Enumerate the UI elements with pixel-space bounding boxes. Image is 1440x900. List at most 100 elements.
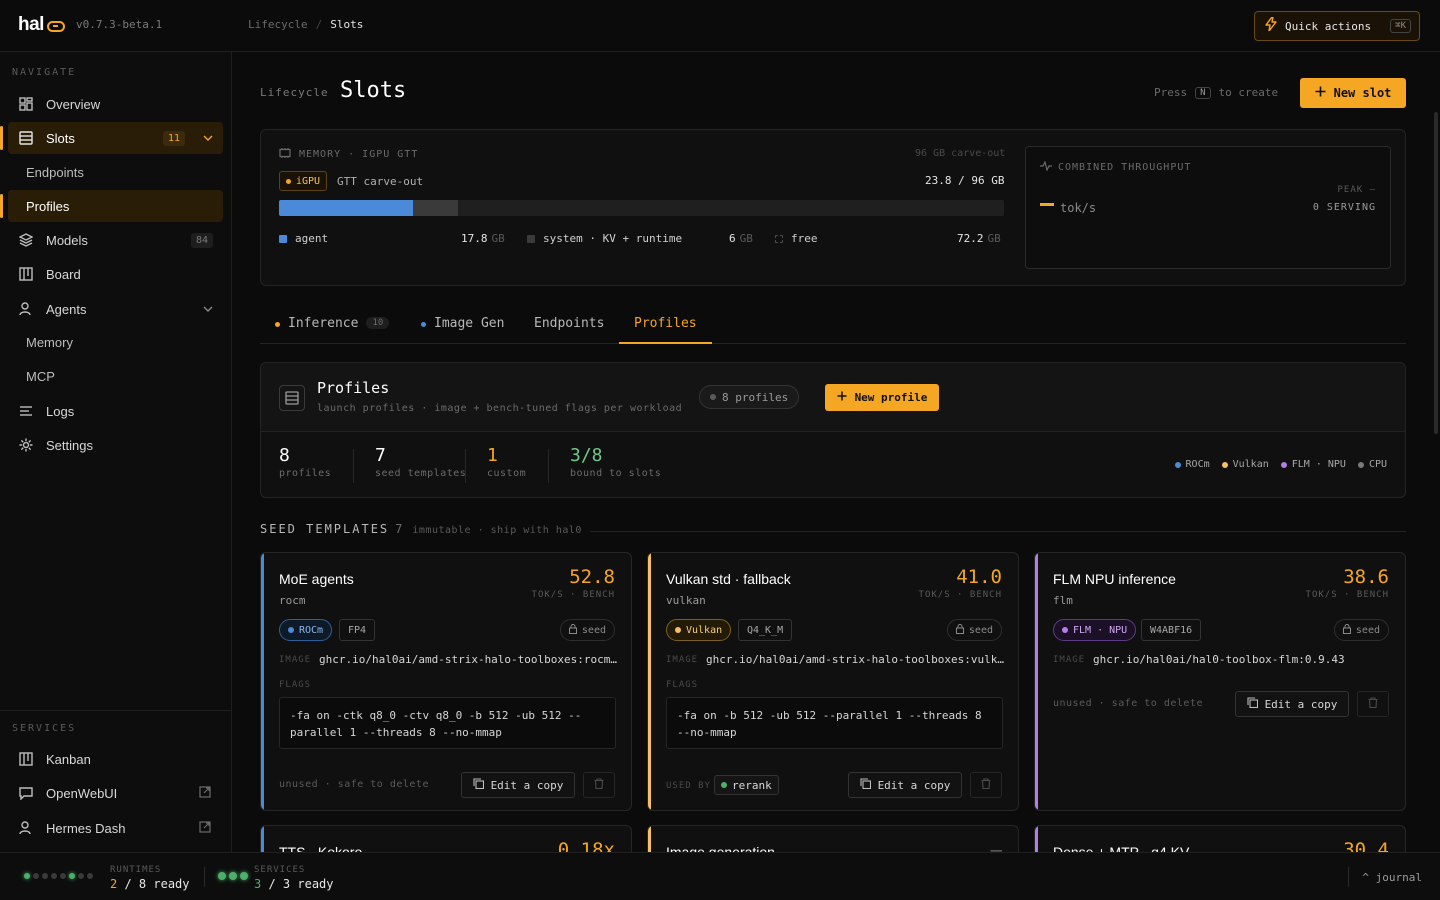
- runtime-dot: [60, 873, 66, 879]
- runtimes-total: / 8 ready: [124, 877, 190, 891]
- legend-value: 72.2 GB: [957, 232, 1001, 245]
- sidebar-item-board[interactable]: Board: [8, 258, 223, 290]
- main-scrollbar[interactable]: [1434, 112, 1438, 434]
- delete-button[interactable]: [583, 772, 615, 798]
- sidebar-item-overview[interactable]: Overview: [8, 88, 223, 120]
- template-card-flm[interactable]: FLM NPU inference flm 38.6 TOK/S · BENCH…: [1034, 552, 1406, 811]
- gtt-label: GTT carve-out: [337, 175, 424, 188]
- backend-label: FLM · NPU: [1291, 459, 1346, 470]
- sidebar-item-profiles[interactable]: Profiles: [0, 190, 223, 222]
- edit-copy-button[interactable]: Edit a copy: [848, 772, 962, 798]
- stat-custom: 1 custom: [487, 445, 526, 479]
- card-name: Dense + MTP · q4 KV: [1053, 844, 1190, 852]
- legend-swatch: [527, 234, 535, 243]
- services-total: / 3 ready: [268, 877, 334, 891]
- services-ready: 3: [254, 877, 262, 891]
- card-backend: rocm: [279, 594, 306, 607]
- tab-label: Profiles: [634, 316, 697, 331]
- tab-image-gen[interactable]: Image Gen: [406, 312, 519, 344]
- sidebar-item-slots[interactable]: Slots 11: [0, 122, 223, 154]
- template-card-vulkan[interactable]: Vulkan std · fallback vulkan 41.0 TOK/S …: [647, 552, 1019, 811]
- sidebar-item-models[interactable]: Models 84: [8, 224, 223, 256]
- sidebar-item-agents[interactable]: Agents: [8, 293, 223, 325]
- sidebar-item-mcp[interactable]: MCP: [8, 360, 223, 392]
- logo[interactable]: hal: [18, 14, 65, 36]
- memory-usage: 23.8 / 96 GB: [925, 174, 1004, 187]
- runtime-status-dots[interactable]: [24, 873, 93, 879]
- flags-value[interactable]: -fa on -ctk q8_0 -ctv q8_0 -b 512 -ub 51…: [279, 697, 616, 749]
- template-card-dense-mtp[interactable]: Dense + MTP · q4 KV 30.4: [1034, 825, 1406, 852]
- services-heading: SERVICES: [12, 723, 77, 734]
- sidebar-item-memory[interactable]: Memory: [8, 326, 223, 358]
- chip-dot: [1062, 627, 1068, 633]
- page-title: Slots: [340, 78, 407, 103]
- overview-icon: [18, 96, 34, 112]
- stat-number: 3/8: [570, 445, 603, 466]
- sidebar-service-hermes[interactable]: Hermes Dash: [8, 812, 223, 844]
- nav-heading: NAVIGATE: [12, 67, 77, 78]
- tab-inference[interactable]: Inference 10: [260, 312, 404, 344]
- image-value[interactable]: ghcr.io/hal0ai/amd-strix-halo-toolboxes:…: [706, 653, 1006, 666]
- edit-copy-button[interactable]: Edit a copy: [461, 772, 575, 798]
- stat-number: 1: [487, 445, 498, 466]
- image-value[interactable]: ghcr.io/hal0ai/hal0-toolbox-flm:0.9.43: [1093, 653, 1393, 666]
- service-dot: [240, 872, 248, 880]
- legend-unit: GB: [987, 232, 1001, 245]
- runtime-dot: [42, 873, 48, 879]
- app-version: v0.7.3-beta.1: [76, 18, 163, 31]
- igpu-dot: [286, 178, 291, 184]
- quick-actions-button[interactable]: Quick actions ⌘K: [1254, 11, 1420, 41]
- sidebar-item-label: Agents: [46, 301, 87, 317]
- memory-bar: [279, 200, 1004, 216]
- delete-button[interactable]: [970, 772, 1002, 798]
- card-throughput: —: [990, 839, 1002, 852]
- sidebar-item-logs[interactable]: Logs: [8, 395, 223, 427]
- legend-number: 17.8: [461, 232, 488, 245]
- image-value[interactable]: ghcr.io/hal0ai/amd-strix-halo-toolboxes:…: [319, 653, 619, 666]
- tab-endpoints[interactable]: Endpoints: [519, 312, 619, 344]
- new-slot-button[interactable]: New slot: [1300, 78, 1406, 108]
- delete-button[interactable]: [1357, 691, 1389, 717]
- sidebar-item-endpoints[interactable]: Endpoints: [8, 156, 223, 188]
- legend-number: 72.2: [957, 232, 984, 245]
- card-throughput: 38.6: [1343, 566, 1389, 588]
- sidebar-service-openwebui[interactable]: OpenWebUI: [8, 777, 223, 809]
- edit-copy-button[interactable]: Edit a copy: [1235, 691, 1349, 717]
- runtime-dot: [69, 873, 75, 879]
- chevron-down-icon[interactable]: [203, 304, 213, 315]
- external-link-icon[interactable]: [199, 785, 211, 801]
- tab-profiles[interactable]: Profiles: [619, 312, 712, 344]
- sidebar-item-label: Endpoints: [26, 164, 84, 180]
- card-accent: [1035, 553, 1038, 810]
- backend-chip: FLM · NPU: [1053, 619, 1137, 641]
- hermes-icon: [18, 820, 34, 836]
- quick-actions-shortcut: ⌘K: [1390, 19, 1411, 33]
- used-by-value: rerank: [732, 778, 772, 792]
- template-card-tts[interactable]: TTS · Kokoro 0.18x: [260, 825, 632, 852]
- new-profile-button[interactable]: New profile: [825, 384, 939, 411]
- used-by-chip[interactable]: rerank: [714, 775, 779, 795]
- slots-icon: [18, 130, 34, 146]
- breadcrumb-parent[interactable]: Lifecycle: [248, 18, 308, 31]
- chevron-down-icon[interactable]: [203, 133, 213, 144]
- profiles-count-pill: 8 profiles: [699, 385, 800, 409]
- services-status-dots[interactable]: [218, 872, 248, 880]
- chip-label: FLM · NPU: [1073, 624, 1128, 636]
- sidebar-item-settings[interactable]: Settings: [8, 429, 223, 461]
- unused-note: unused · safe to delete: [279, 779, 429, 790]
- journal-toggle[interactable]: ^ journal: [1362, 871, 1422, 884]
- flags-value[interactable]: -fa on -b 512 -ub 512 --parallel 1 --thr…: [666, 697, 1003, 749]
- card-name: FLM NPU inference: [1053, 571, 1176, 587]
- sidebar-service-kanban[interactable]: Kanban: [8, 743, 223, 775]
- board-icon: [18, 266, 34, 282]
- external-link-icon[interactable]: [199, 820, 211, 836]
- igpu-chip: iGPU: [279, 171, 328, 191]
- stat-divider: [548, 449, 549, 483]
- legend-swatch: [279, 234, 287, 243]
- image-label: IMAGE: [1053, 655, 1086, 665]
- template-card-moe[interactable]: MoE agents rocm 52.8 TOK/S · BENCH ROCm …: [260, 552, 632, 811]
- profiles-header: Profiles launch profiles · image + bench…: [261, 363, 1405, 432]
- legend-value: 17.8 GB: [461, 232, 505, 245]
- template-card-image-generation[interactable]: Image generation —: [647, 825, 1019, 852]
- memory-card: MEMORY · IGPU GTT 96 GB carve-out iGPU G…: [260, 129, 1406, 286]
